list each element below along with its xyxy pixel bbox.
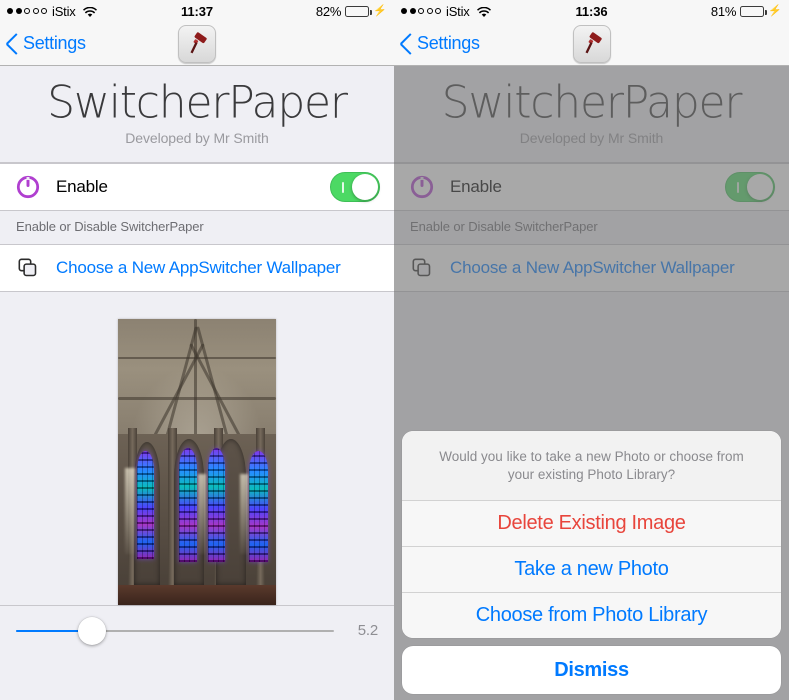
take-new-photo-button[interactable]: Take a new Photo (402, 546, 781, 592)
enable-label: Enable (56, 177, 108, 197)
chevron-left-icon (400, 32, 413, 55)
delete-existing-image-button[interactable]: Delete Existing Image (402, 500, 781, 546)
phone-screen-right: iStix 11:36 81% ⚡ Settings Would you lik… (394, 0, 789, 700)
chevron-left-icon (6, 32, 19, 55)
status-bar: iStix 11:37 82% ⚡ (0, 0, 394, 22)
back-button-label: Settings (23, 33, 86, 53)
dual-screenshot-container: iStix 11:37 82% ⚡ Settings SwitcherPaper… (0, 0, 789, 700)
paint-roller-icon[interactable] (178, 24, 216, 63)
navigation-bar: Settings (394, 22, 789, 66)
lightning-bolt-icon: ⚡ (768, 4, 782, 17)
app-header: SwitcherPaper Developed by Mr Smith (0, 66, 394, 164)
back-button[interactable]: Settings (0, 32, 86, 55)
power-icon (14, 175, 42, 199)
action-sheet-body: Would you like to take a new Photo or ch… (402, 430, 781, 638)
slider-row: 5.2 (0, 605, 394, 656)
paint-roller-icon[interactable] (572, 24, 611, 63)
back-button-label: Settings (417, 33, 480, 53)
lightning-bolt-icon: ⚡ (373, 4, 387, 17)
choose-wallpaper-label: Choose a New AppSwitcher Wallpaper (56, 258, 341, 278)
back-button[interactable]: Settings (394, 32, 480, 55)
slider-thumb[interactable] (78, 616, 107, 645)
cathedral-floor (118, 585, 276, 606)
cathedral-vault (118, 319, 276, 473)
stained-glass-window (137, 450, 154, 560)
dismiss-button[interactable]: Dismiss (402, 646, 781, 694)
developer-credit: Developed by Mr Smith (125, 130, 269, 147)
stained-glass-window (249, 450, 268, 563)
status-bar-right: 81% ⚡ (711, 4, 782, 19)
blur-slider[interactable] (16, 616, 334, 646)
phone-screen-left: iStix 11:37 82% ⚡ Settings SwitcherPaper… (0, 0, 394, 700)
stained-glass-window (179, 447, 197, 563)
slider-value: 5.2 (357, 622, 378, 640)
wallpaper-preview-area (0, 292, 394, 606)
choose-from-photo-library-button[interactable]: Choose from Photo Library (402, 592, 781, 638)
enable-row[interactable]: Enable (0, 163, 394, 212)
copy-layers-icon (14, 258, 42, 279)
battery-icon (345, 5, 372, 17)
choose-wallpaper-row[interactable]: Choose a New AppSwitcher Wallpaper (0, 244, 394, 293)
battery-percentage: 81% (710, 3, 737, 19)
enable-footer-text: Enable or Disable SwitcherPaper (0, 211, 394, 245)
battery-icon (740, 5, 767, 17)
battery-percentage: 82% (315, 3, 342, 19)
action-sheet: Would you like to take a new Photo or ch… (394, 430, 789, 700)
page-title: SwitcherPaper (47, 76, 348, 129)
status-bar-right: 82% ⚡ (316, 4, 387, 19)
wallpaper-preview-image[interactable] (118, 319, 276, 606)
enable-toggle[interactable] (330, 172, 380, 203)
navigation-bar: Settings (0, 22, 394, 66)
status-bar: iStix 11:36 81% ⚡ (394, 0, 789, 22)
stained-glass-window (208, 447, 225, 563)
action-sheet-message: Would you like to take a new Photo or ch… (402, 430, 781, 500)
